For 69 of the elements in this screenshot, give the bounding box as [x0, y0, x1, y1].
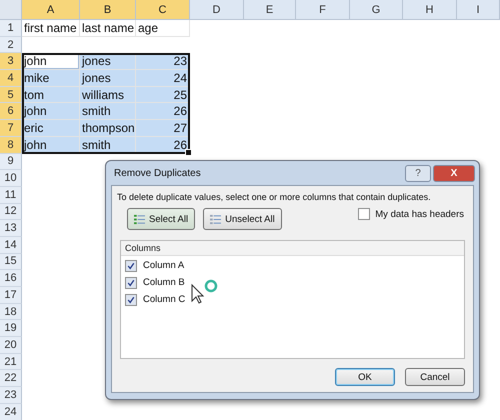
fill-handle[interactable]: [185, 148, 192, 156]
checkbox[interactable]: [125, 276, 137, 288]
table-cell: last name: [80, 20, 136, 37]
checkbox[interactable]: [358, 208, 370, 220]
row-header[interactable]: 6: [0, 103, 22, 120]
checkbox-label: Column C: [143, 294, 186, 305]
table-cell: 25: [136, 86, 190, 104]
table-cell: mike: [22, 70, 80, 87]
instruction-text: To delete duplicate values, select one or more columns that contain duplicates.: [117, 192, 432, 202]
row-header[interactable]: 23: [0, 387, 22, 404]
row-header[interactable]: 4: [0, 70, 22, 87]
ok-button[interactable]: OK: [335, 368, 395, 386]
column-header[interactable]: D: [190, 0, 244, 20]
table-cell: smith: [80, 103, 136, 120]
table-cell: thompson: [80, 120, 136, 137]
unselect-all-button[interactable]: Unselect All: [203, 208, 282, 230]
row-header[interactable]: 19: [0, 320, 22, 338]
row-header[interactable]: 7: [0, 120, 22, 137]
table-cell: eric: [22, 120, 80, 137]
help-button[interactable]: ?: [405, 164, 431, 182]
cancel-button[interactable]: Cancel: [405, 368, 465, 386]
column-header[interactable]: H: [403, 0, 457, 20]
row-header[interactable]: 17: [0, 287, 22, 304]
checkbox[interactable]: [125, 260, 137, 272]
checklist-icon: [134, 214, 145, 224]
row-header[interactable]: 5: [0, 86, 22, 104]
row-header[interactable]: 3: [0, 53, 22, 70]
row-header[interactable]: 16: [0, 270, 22, 287]
list-header: Columns: [121, 241, 464, 256]
table-cell: john: [22, 103, 80, 120]
row-header[interactable]: 9: [0, 154, 22, 170]
row-header[interactable]: 8: [0, 136, 22, 154]
row-header[interactable]: 15: [0, 254, 22, 270]
row-header[interactable]: 12: [0, 204, 22, 220]
close-button[interactable]: X: [433, 164, 475, 182]
checkbox-label: Column A: [143, 260, 184, 271]
checkbox-label: My data has headers: [375, 208, 464, 220]
checkbox-label: Column B: [143, 277, 185, 288]
table-cell: jones: [80, 70, 136, 87]
row-header[interactable]: 2: [0, 36, 22, 54]
row-header[interactable]: 24: [0, 404, 22, 420]
table-cell: williams: [80, 86, 136, 104]
table-cell: first name: [22, 20, 80, 37]
table-cell: 24: [136, 70, 190, 87]
row-header[interactable]: 1: [0, 20, 22, 37]
row-header[interactable]: 10: [0, 170, 22, 187]
row-header[interactable]: 22: [0, 370, 22, 388]
row-header[interactable]: 18: [0, 304, 22, 320]
column-header[interactable]: B: [80, 0, 136, 20]
table-cell: age: [136, 20, 190, 37]
select-all-button[interactable]: Select All: [127, 208, 196, 230]
checkbox[interactable]: [125, 294, 137, 306]
row-header[interactable]: 21: [0, 354, 22, 370]
list-icon: [210, 214, 222, 224]
table-cell: 27: [136, 120, 190, 137]
table-cell: 26: [136, 103, 190, 120]
column-header[interactable]: C: [136, 0, 190, 20]
column-header[interactable]: I: [457, 0, 500, 20]
column-header[interactable]: G: [350, 0, 403, 20]
row-header[interactable]: 13: [0, 220, 22, 237]
column-header[interactable]: E: [244, 0, 296, 20]
table-cell: tom: [22, 86, 80, 104]
column-header[interactable]: F: [296, 0, 350, 20]
row-header[interactable]: 11: [0, 186, 22, 204]
column-header[interactable]: A: [22, 0, 80, 20]
row-header[interactable]: 14: [0, 236, 22, 254]
row-header[interactable]: 20: [0, 337, 22, 354]
busy-cursor-icon: [191, 279, 219, 305]
window-title: Remove Duplicates: [114, 168, 202, 178]
